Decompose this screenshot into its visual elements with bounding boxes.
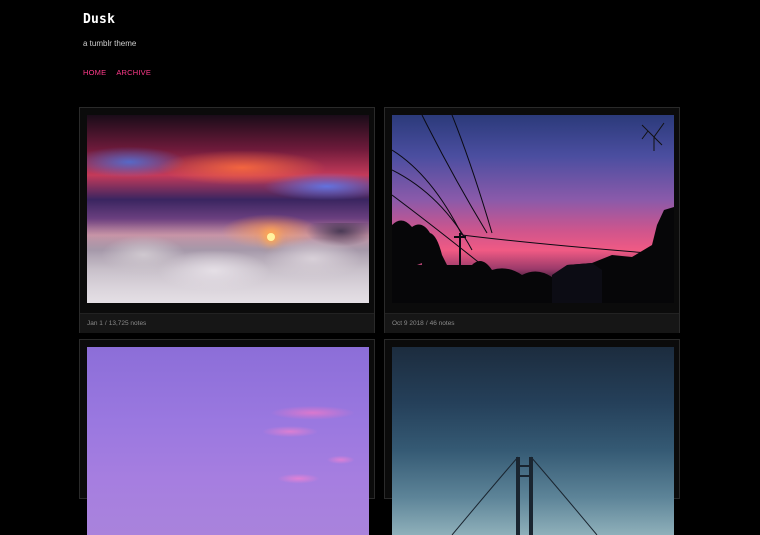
post-card <box>384 339 680 535</box>
post-photo-bridge[interactable] <box>392 347 674 535</box>
post-photo-powerlines-dusk[interactable] <box>392 115 674 303</box>
cloud-layer <box>87 223 369 303</box>
post-photo-lavender-sky[interactable] <box>87 347 369 535</box>
nav-link-archive[interactable]: ARCHIVE <box>116 68 151 77</box>
post-card: Jan 1/13,725 notes <box>79 107 375 333</box>
post-notes[interactable]: 13,725 notes <box>109 320 147 327</box>
post-card <box>79 339 375 535</box>
main-nav: HOME ARCHIVE <box>83 68 151 77</box>
bridge-silhouette <box>451 456 598 535</box>
post-notes[interactable]: 46 notes <box>430 320 455 327</box>
post-date[interactable]: Oct 9 2018 <box>392 320 424 327</box>
post-date[interactable]: Jan 1 <box>87 320 103 327</box>
blog-header: Dusk a tumblr theme <box>83 12 136 48</box>
nav-link-home[interactable]: HOME <box>83 68 106 77</box>
post-meta: Jan 1/13,725 notes <box>80 313 374 333</box>
sun <box>267 233 275 241</box>
post-card: Oct 9 2018/46 notes <box>384 107 680 333</box>
blog-title[interactable]: Dusk <box>83 12 136 27</box>
powerlines-silhouette <box>392 115 674 303</box>
post-photo-clouds-sunset[interactable] <box>87 115 369 303</box>
post-meta: Oct 9 2018/46 notes <box>385 313 679 333</box>
blog-description: a tumblr theme <box>83 39 137 48</box>
